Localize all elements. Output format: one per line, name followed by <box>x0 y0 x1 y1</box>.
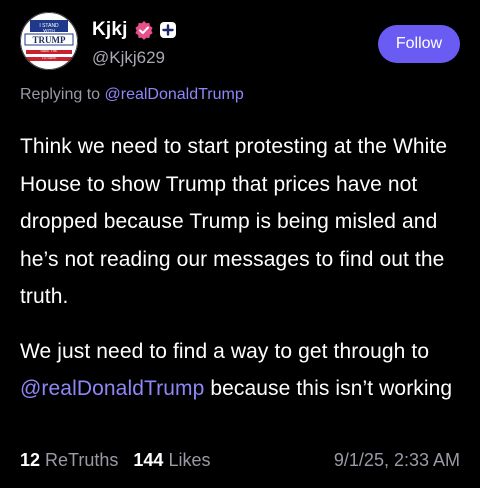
retruths-label[interactable]: ReTruths <box>45 450 118 471</box>
author-name-row: Kjkj <box>92 18 177 42</box>
post-paragraph-2-after: because this isn’t working <box>210 377 453 400</box>
replying-to-line: Replying to @realDonaldTrump <box>20 86 244 104</box>
post-paragraph-2: We just need to find a way to get throug… <box>20 333 460 408</box>
post-container: I STAND WITH TRUMP SAVE THE TO SAVE Kjkj <box>0 0 480 488</box>
likes-count[interactable]: 144 <box>133 450 163 471</box>
post-mention-link[interactable]: @realDonaldTrump <box>20 377 204 400</box>
avatar-text-line5: TO SAVE <box>42 56 58 60</box>
replying-to-prefix: Replying to <box>20 86 101 103</box>
replying-to-mention-link[interactable]: @realDonaldTrump <box>105 86 244 103</box>
author-handle[interactable]: @Kjkj629 <box>92 48 165 68</box>
avatar-image: I STAND WITH TRUMP SAVE THE TO SAVE <box>20 12 78 70</box>
verified-badge-icon <box>134 20 154 40</box>
avatar-text-line3: TRUMP <box>33 35 66 45</box>
post-timestamp: 9/1/25, 2:33 AM <box>333 449 460 470</box>
post-paragraph-2-before: We just need to find a way to get throug… <box>20 339 430 363</box>
post-paragraph-1: Think we need to start protesting at the… <box>20 135 448 308</box>
likes-label[interactable]: Likes <box>168 450 210 471</box>
post-stats: 12 ReTruths 144 Likes 9/1/25, 2:33 AM <box>20 446 460 474</box>
author-display-name[interactable]: Kjkj <box>92 19 128 41</box>
post-header: I STAND WITH TRUMP SAVE THE TO SAVE Kjkj <box>20 12 460 72</box>
post-body: Think we need to start protesting at the… <box>20 128 460 408</box>
follow-button[interactable]: Follow <box>378 25 460 63</box>
avatar-text-line2: WITH <box>43 28 55 33</box>
plus-badge-icon <box>159 21 177 39</box>
retruths-count[interactable]: 12 <box>20 450 40 471</box>
avatar-text-line4: SAVE THE <box>41 49 59 53</box>
avatar[interactable]: I STAND WITH TRUMP SAVE THE TO SAVE <box>20 12 78 70</box>
